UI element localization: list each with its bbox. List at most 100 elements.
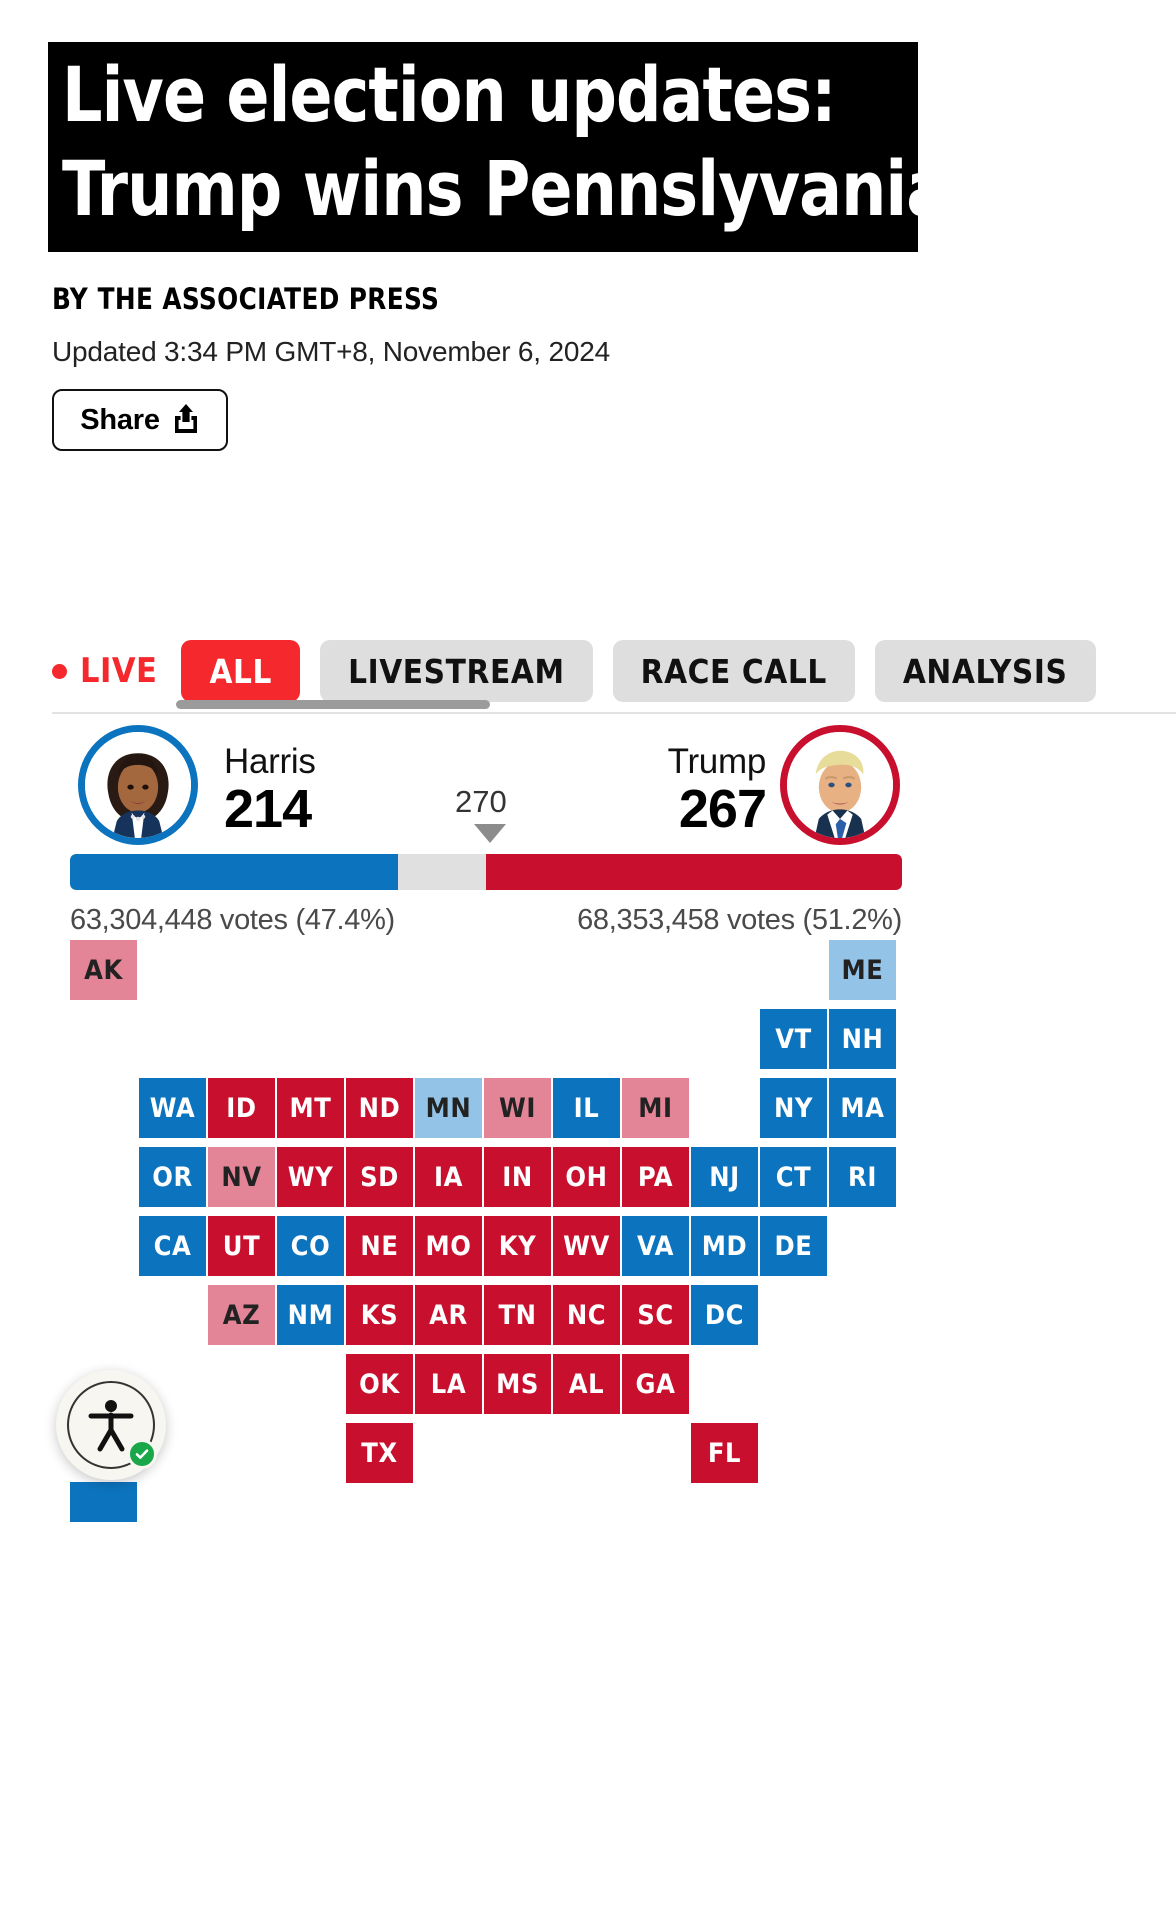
subtab-president[interactable]: PRESIDENT bbox=[176, 596, 351, 597]
state-tile-ut[interactable]: UT bbox=[208, 1216, 275, 1276]
state-tile-in[interactable]: IN bbox=[484, 1147, 551, 1207]
state-abbr-label: AR bbox=[429, 1299, 468, 1331]
state-tile-sd[interactable]: SD bbox=[346, 1147, 413, 1207]
state-abbr-label: SD bbox=[360, 1161, 399, 1193]
state-tile-ma[interactable]: MA bbox=[829, 1078, 896, 1138]
state-tile-nv[interactable]: NV bbox=[208, 1147, 275, 1207]
state-tile-ct[interactable]: CT bbox=[760, 1147, 827, 1207]
state-tile-co[interactable]: CO bbox=[277, 1216, 344, 1276]
tab-livestream-label: LIVESTREAM bbox=[348, 651, 565, 691]
state-abbr-label: CT bbox=[775, 1161, 812, 1193]
state-tile-az[interactable]: AZ bbox=[208, 1285, 275, 1345]
state-tile-nc[interactable]: NC bbox=[553, 1285, 620, 1345]
state-tile-ca[interactable]: CA bbox=[139, 1216, 206, 1276]
state-tile-ar[interactable]: AR bbox=[415, 1285, 482, 1345]
state-tile-la[interactable]: LA bbox=[415, 1354, 482, 1414]
state-abbr-label: NE bbox=[360, 1230, 399, 1262]
state-tile-il[interactable]: IL bbox=[553, 1078, 620, 1138]
tab-livestream[interactable]: LIVESTREAM bbox=[320, 640, 593, 702]
state-tile-md[interactable]: MD bbox=[691, 1216, 758, 1276]
subtab-senate[interactable]: SENATE bbox=[407, 596, 526, 597]
state-tile-ia[interactable]: IA bbox=[415, 1147, 482, 1207]
updated-timestamp: Updated 3:34 PM GMT+8, November 6, 2024 bbox=[52, 336, 610, 367]
headline-line-2: Trump wins Pennslyvania bbox=[62, 144, 949, 233]
tab-analysis-label: ANALYSIS bbox=[902, 651, 1068, 691]
state-abbr-label: MO bbox=[425, 1230, 472, 1262]
state-tile-fl[interactable]: FL bbox=[691, 1423, 758, 1483]
state-abbr-label: NV bbox=[221, 1161, 262, 1193]
state-tile-ms[interactable]: MS bbox=[484, 1354, 551, 1414]
state-tile-nd[interactable]: ND bbox=[346, 1078, 413, 1138]
state-abbr-label: IL bbox=[573, 1092, 600, 1124]
candidate-name-trump: Trump bbox=[667, 742, 767, 781]
state-tile-nj[interactable]: NJ bbox=[691, 1147, 758, 1207]
state-abbr-label: VT bbox=[775, 1023, 812, 1055]
share-upload-icon bbox=[172, 402, 200, 439]
state-tile-ok[interactable]: OK bbox=[346, 1354, 413, 1414]
state-tile-sc[interactable]: SC bbox=[622, 1285, 689, 1345]
subtab-house[interactable]: HOUSE bbox=[582, 596, 690, 597]
race-type-tabs[interactable]: PRESIDENT SENATE HOUSE GOVERNOR bbox=[0, 596, 1176, 630]
state-tile-tn[interactable]: TN bbox=[484, 1285, 551, 1345]
state-tile-dc[interactable]: DC bbox=[691, 1285, 758, 1345]
state-abbr-label: OK bbox=[359, 1368, 400, 1400]
state-tile-or[interactable]: OR bbox=[139, 1147, 206, 1207]
state-tile-al[interactable]: AL bbox=[553, 1354, 620, 1414]
state-tile-mo[interactable]: MO bbox=[415, 1216, 482, 1276]
state-tile-nm[interactable]: NM bbox=[277, 1285, 344, 1345]
state-abbr-label: WV bbox=[563, 1230, 610, 1262]
share-button[interactable]: Share bbox=[52, 389, 228, 451]
state-tile-pa[interactable]: PA bbox=[622, 1147, 689, 1207]
state-abbr-label: NJ bbox=[709, 1161, 740, 1193]
state-abbr-label: PA bbox=[637, 1161, 674, 1193]
trump-portrait bbox=[787, 732, 893, 838]
state-tile-wy[interactable]: WY bbox=[277, 1147, 344, 1207]
state-tile-ne[interactable]: NE bbox=[346, 1216, 413, 1276]
share-button-label: Share bbox=[80, 403, 160, 436]
state-tile-ny[interactable]: NY bbox=[760, 1078, 827, 1138]
state-tile-me[interactable]: ME bbox=[829, 940, 896, 1000]
state-abbr-label: NM bbox=[287, 1299, 334, 1331]
subtab-governor[interactable]: GOVERNOR bbox=[746, 596, 921, 597]
state-tile-ks[interactable]: KS bbox=[346, 1285, 413, 1345]
live-label: LIVE bbox=[80, 651, 158, 691]
tab-race-call[interactable]: RACE CALL bbox=[612, 640, 855, 702]
state-tile-id[interactable]: ID bbox=[208, 1078, 275, 1138]
state-abbr-label: KS bbox=[360, 1299, 399, 1331]
avatar-harris bbox=[78, 725, 198, 845]
state-tile-partial[interactable] bbox=[70, 1482, 137, 1522]
state-tile-nh[interactable]: NH bbox=[829, 1009, 896, 1069]
tabs-horizontal-scrollbar[interactable] bbox=[176, 700, 490, 709]
accessibility-widget-button[interactable] bbox=[56, 1370, 166, 1480]
state-tile-wv[interactable]: WV bbox=[553, 1216, 620, 1276]
state-tile-de[interactable]: DE bbox=[760, 1216, 827, 1276]
popular-votes-trump: 68,353,458 votes (51.2%) bbox=[577, 904, 902, 936]
state-abbr-label: ME bbox=[841, 954, 884, 986]
state-tile-ak[interactable]: AK bbox=[70, 940, 137, 1000]
state-abbr-label: SC bbox=[637, 1299, 674, 1331]
state-tile-tx[interactable]: TX bbox=[346, 1423, 413, 1483]
tab-analysis[interactable]: ANALYSIS bbox=[874, 640, 1096, 702]
live-indicator: LIVE bbox=[52, 651, 157, 691]
state-tile-mt[interactable]: MT bbox=[277, 1078, 344, 1138]
state-tile-ky[interactable]: KY bbox=[484, 1216, 551, 1276]
state-tile-ga[interactable]: GA bbox=[622, 1354, 689, 1414]
byline-author: THE ASSOCIATED PRESS bbox=[97, 282, 440, 316]
live-dot-icon bbox=[52, 663, 67, 679]
state-abbr-label: LA bbox=[430, 1368, 467, 1400]
state-tile-mn[interactable]: MN bbox=[415, 1078, 482, 1138]
headline-line-1: Live election updates: bbox=[62, 50, 837, 139]
state-tile-wi[interactable]: WI bbox=[484, 1078, 551, 1138]
state-tile-wa[interactable]: WA bbox=[139, 1078, 206, 1138]
state-tile-va[interactable]: VA bbox=[622, 1216, 689, 1276]
state-abbr-label: CO bbox=[290, 1230, 331, 1262]
state-tile-vt[interactable]: VT bbox=[760, 1009, 827, 1069]
state-results-cartogram[interactable]: AK ME VT NH WA ID MT ND MN WI IL MI NY MA OR NV WY SD IA IN… bbox=[0, 940, 1176, 1560]
tab-all[interactable]: ALL bbox=[181, 640, 301, 702]
state-tile-mi[interactable]: MI bbox=[622, 1078, 689, 1138]
state-abbr-label: MS bbox=[496, 1368, 539, 1400]
state-abbr-label: ID bbox=[226, 1092, 257, 1124]
state-tile-ri[interactable]: RI bbox=[829, 1147, 896, 1207]
state-abbr-label: DE bbox=[774, 1230, 813, 1262]
state-tile-oh[interactable]: OH bbox=[553, 1147, 620, 1207]
